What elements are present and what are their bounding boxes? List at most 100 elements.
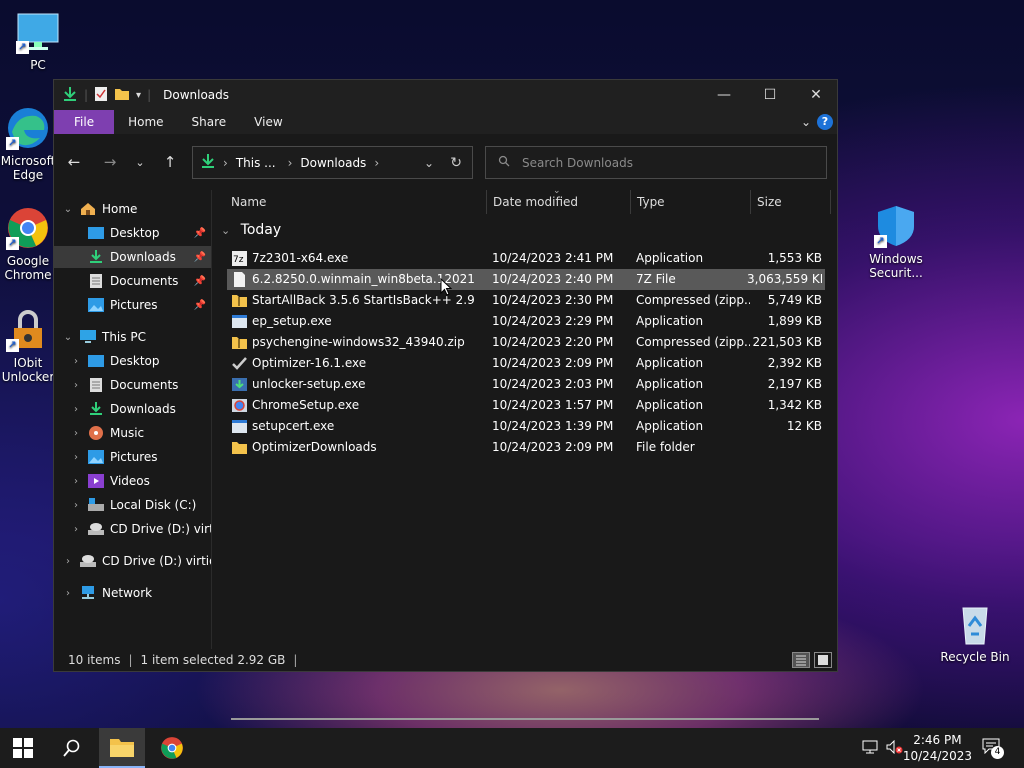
nav-label: Local Disk (C:)	[110, 498, 197, 512]
file-row[interactable]: OptimizerDownloads 10/24/2023 2:09 PM File…	[227, 437, 825, 458]
item-count: 10 items	[68, 653, 121, 667]
pin-icon[interactable]: 📌	[194, 228, 206, 239]
desktop-icon-iobit-unlocker[interactable]: ↗ IObit Unlocker	[0, 308, 56, 386]
desktop-icon-windows-security[interactable]: ↗ Windows Securit...	[858, 204, 934, 280]
column-header-type[interactable]: Type	[631, 190, 751, 214]
status-bar: 10 items | 1 item selected 2.92 GB |	[54, 649, 837, 671]
nav-cd-drive[interactable]: › CD Drive (D:) virtio-w	[54, 550, 211, 572]
chevron-right-icon[interactable]: ›	[70, 428, 82, 439]
breadcrumb-current[interactable]: Downloads	[300, 156, 366, 170]
nav-quick-desktop[interactable]: Desktop 📌	[54, 222, 211, 244]
help-button[interactable]: ?	[817, 114, 833, 130]
file-row[interactable]: unlocker-setup.exe 10/24/2023 2:03 PM Appl…	[227, 374, 825, 395]
desktop-icon-chrome[interactable]: ↗ Google Chrome	[0, 206, 56, 284]
details-view-button[interactable]	[792, 652, 810, 668]
chrome-taskbar-button[interactable]	[149, 728, 195, 768]
file-row[interactable]: 7z 7z2301-x64.exe 10/24/2023 2:41 PM Applic…	[227, 248, 825, 269]
chevron-right-icon[interactable]: ›	[70, 356, 82, 367]
chevron-down-icon[interactable]: ⌄	[62, 332, 74, 343]
system-clock[interactable]: 2:46 PM 10/24/2023	[903, 732, 972, 764]
file-row[interactable]: StartAllBack 3.5.6 StartIsBack++ 2.9.17 …	[227, 290, 825, 311]
chevron-right-icon[interactable]: ›	[70, 500, 82, 511]
chevron-right-icon[interactable]: ›	[70, 380, 82, 391]
notification-center-button[interactable]: 4	[982, 738, 1006, 760]
shortcut-arrow-icon: ↗	[6, 137, 19, 150]
chevron-right-icon[interactable]: ›	[62, 588, 74, 599]
nav-pc-music[interactable]: › Music	[54, 422, 211, 444]
tab-share[interactable]: Share	[178, 110, 241, 134]
customize-toolbar-chevron-icon[interactable]: ▾	[136, 90, 141, 101]
nav-this-pc[interactable]: ⌄ This PC	[54, 326, 211, 348]
maximize-button[interactable]: ☐	[747, 80, 793, 110]
nav-quick-pictures[interactable]: Pictures 📌	[54, 294, 211, 316]
column-header-size[interactable]: Size	[751, 190, 831, 214]
nav-pc-documents[interactable]: › Documents	[54, 374, 211, 396]
up-button[interactable]: ↑	[158, 150, 182, 174]
chevron-right-icon[interactable]: ›	[70, 404, 82, 415]
nav-home[interactable]: ⌄ Home	[54, 198, 211, 220]
this-pc-icon	[80, 330, 96, 344]
nav-quick-downloads[interactable]: Downloads 📌	[54, 246, 211, 268]
address-bar[interactable]: › This ... › Downloads › ⌄ ↻	[192, 146, 473, 179]
group-header-today[interactable]: ⌄ Today	[221, 222, 281, 238]
nav-pc-downloads[interactable]: › Downloads	[54, 398, 211, 420]
nav-pc-cd-drive[interactable]: › CD Drive (D:) virtio-	[54, 518, 211, 540]
title-bar[interactable]: | ▾ | Downloads — ☐ ✕	[54, 80, 837, 110]
file-row[interactable]: ep_setup.exe 10/24/2023 2:29 PM Applicatio…	[227, 311, 825, 332]
nav-quick-documents[interactable]: Documents 📌	[54, 270, 211, 292]
breadcrumb-root[interactable]: This ...	[236, 156, 276, 170]
start-button[interactable]	[0, 728, 46, 768]
file-type: Compressed (zipp...	[636, 335, 750, 349]
chevron-right-icon[interactable]: ›	[62, 556, 74, 567]
file-row[interactable]: setupcert.exe 10/24/2023 1:39 PM Applicati…	[227, 416, 825, 437]
network-status-icon[interactable]	[862, 740, 878, 757]
file-row[interactable]: Optimizer-16.1.exe 10/24/2023 2:09 PM Appl…	[227, 353, 825, 374]
pin-icon[interactable]: 📌	[194, 276, 206, 287]
file-date-modified: 10/24/2023 2:29 PM	[492, 314, 614, 328]
file-date-modified: 10/24/2023 2:40 PM	[492, 272, 614, 286]
file-row[interactable]: ChromeSetup.exe 10/24/2023 1:57 PM Applica…	[227, 395, 825, 416]
tab-view[interactable]: View	[240, 110, 296, 134]
back-button[interactable]: ←	[62, 150, 86, 174]
address-row: ← → ⌄ ↑ › This ... › Downloads › ⌄ ↻ Sea…	[54, 134, 837, 190]
column-header-name[interactable]: Name	[225, 190, 487, 214]
forward-button[interactable]: →	[98, 150, 122, 174]
unlocker-installer-icon	[232, 377, 247, 392]
chevron-right-icon[interactable]: ›	[70, 452, 82, 463]
file-explorer-taskbar-button[interactable]	[99, 728, 145, 768]
search-box[interactable]: Search Downloads	[485, 146, 827, 179]
refresh-icon[interactable]: ↻	[450, 155, 462, 171]
address-dropdown-icon[interactable]: ⌄	[424, 156, 434, 170]
nav-pc-videos[interactable]: › Videos	[54, 470, 211, 492]
tab-file[interactable]: File	[54, 110, 115, 134]
horizontal-scrollbar[interactable]	[231, 718, 819, 720]
folder-icon	[232, 440, 247, 455]
desktop-icon-edge[interactable]: ↗ Microsoft Edge	[0, 106, 56, 184]
pin-icon[interactable]: 📌	[194, 252, 206, 263]
close-button[interactable]: ✕	[793, 80, 839, 110]
desktop-icon-recycle-bin[interactable]: Recycle Bin	[937, 602, 1013, 664]
minimize-button[interactable]: —	[701, 80, 747, 110]
pin-icon[interactable]: 📌	[194, 300, 206, 311]
window-title: Downloads	[163, 88, 230, 102]
file-row[interactable]: 6.2.8250.0.winmain_win8beta.120217-152..…	[227, 269, 825, 290]
nav-pc-local-disk[interactable]: › Local Disk (C:)	[54, 494, 211, 516]
properties-icon[interactable]	[94, 86, 108, 105]
tab-home[interactable]: Home	[114, 110, 177, 134]
file-row[interactable]: psychengine-windows32_43940.zip 10/24/202…	[227, 332, 825, 353]
file-name: psychengine-windows32_43940.zip	[252, 335, 465, 349]
nav-pc-pictures[interactable]: › Pictures	[54, 446, 211, 468]
chevron-right-icon[interactable]: ›	[70, 476, 82, 487]
nav-pc-desktop[interactable]: › Desktop	[54, 350, 211, 372]
expand-ribbon-chevron-icon[interactable]: ⌄	[801, 115, 811, 129]
new-folder-icon[interactable]	[114, 87, 130, 104]
desktop-icon-pc[interactable]: ↗ PC	[0, 10, 76, 72]
large-icons-view-button[interactable]	[814, 652, 832, 668]
chevron-down-icon[interactable]: ⌄	[62, 204, 74, 215]
nav-network[interactable]: › Network	[54, 582, 211, 604]
chevron-right-icon[interactable]: ›	[70, 524, 82, 535]
volume-muted-icon[interactable]	[886, 739, 904, 757]
breadcrumb-chevron-icon: ›	[287, 155, 293, 170]
recent-locations-button[interactable]: ⌄	[128, 150, 152, 174]
search-button[interactable]	[49, 728, 95, 768]
